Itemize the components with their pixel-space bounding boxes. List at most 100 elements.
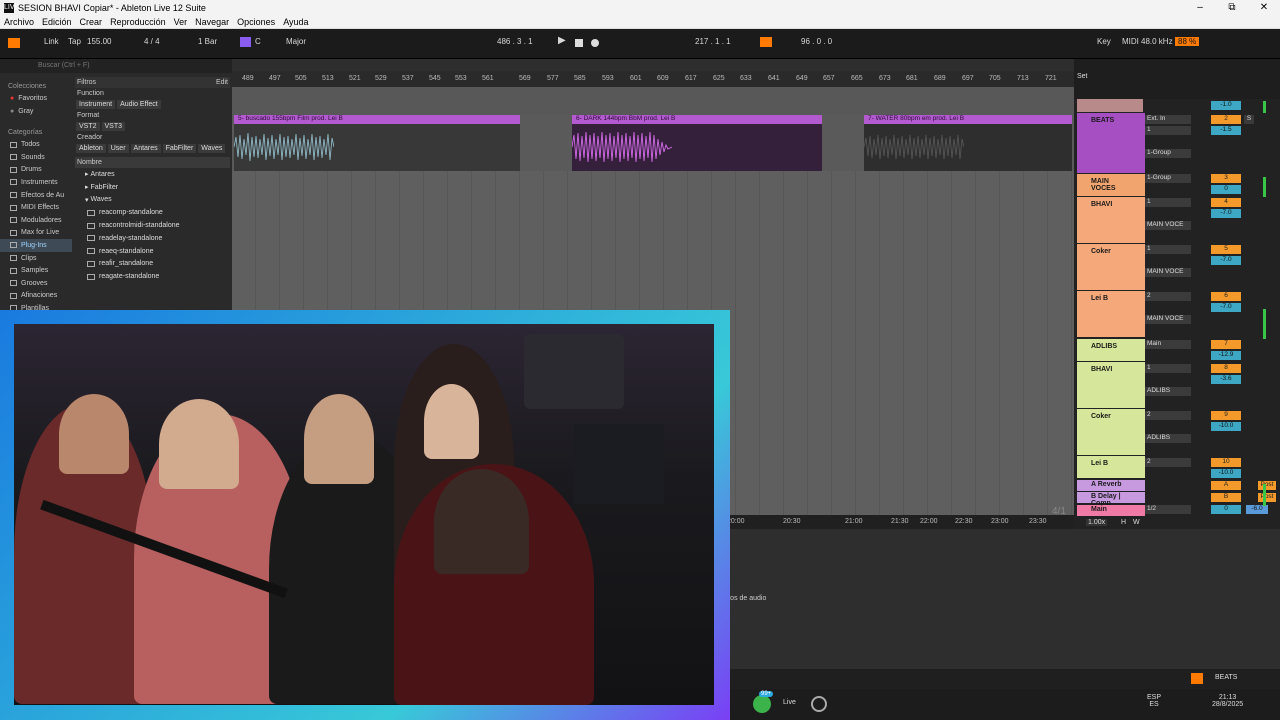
solo-button[interactable]: S	[1244, 115, 1254, 124]
input-select[interactable]: Main	[1145, 340, 1191, 349]
chip-audio-effect[interactable]: Audio Effect	[117, 100, 161, 109]
beat-ruler[interactable]: 489 497 505 513 521 529 537 545 553 561 …	[232, 71, 1074, 87]
output-select[interactable]: ADLIBS	[1145, 434, 1191, 443]
set-button[interactable]: Set	[1077, 73, 1093, 80]
track-number[interactable]: 10	[1211, 458, 1241, 467]
creator-label[interactable]: Creador	[75, 132, 230, 143]
track-header-beats[interactable]: BEATS	[1077, 113, 1145, 173]
time-signature[interactable]: 4 / 4	[144, 37, 160, 46]
sidebar-item-sounds[interactable]: Sounds	[0, 151, 72, 164]
overview-strip[interactable]	[232, 59, 1074, 71]
list-item[interactable]: reacontrolmidi-standalone	[75, 219, 230, 232]
menu-ayuda[interactable]: Ayuda	[283, 17, 308, 27]
track-volume[interactable]: -10.0	[1211, 469, 1241, 478]
stop-icon[interactable]	[575, 39, 583, 47]
track-volume[interactable]: 0	[1211, 185, 1241, 194]
menu-navegar[interactable]: Navegar	[195, 17, 229, 27]
whatsapp-icon[interactable]	[753, 695, 771, 713]
list-item[interactable]: reacomp-standalone	[75, 206, 230, 219]
track-number[interactable]: 4	[1211, 198, 1241, 207]
track-number[interactable]: 0	[1211, 505, 1241, 514]
list-item[interactable]: readelay-standalone	[75, 232, 230, 245]
track-number[interactable]: 7	[1211, 340, 1241, 349]
output-select[interactable]: 1-Group	[1145, 149, 1191, 158]
menu-ver[interactable]: Ver	[174, 17, 188, 27]
channel-select[interactable]: 2	[1145, 411, 1191, 420]
audio-clip[interactable]: 6- DARK 144bpm BbM prod. Lei B	[572, 115, 822, 171]
track-number[interactable]: 2	[1211, 115, 1241, 124]
track-header-b-delay[interactable]: B Delay | Comp	[1077, 492, 1145, 507]
tempo-field[interactable]: 155.00	[87, 37, 111, 46]
sidebar-item-drums[interactable]: Drums	[0, 164, 72, 177]
channel-select[interactable]: 1	[1145, 364, 1191, 373]
track-volume[interactable]: -7.0	[1211, 256, 1241, 265]
time-ruler[interactable]: 20:00 20:30 21:00 21:30 22:00 22:30 23:0…	[715, 515, 1074, 529]
record-icon[interactable]	[591, 39, 599, 47]
track-volume[interactable]: -3.6	[1211, 375, 1241, 384]
list-item[interactable]: ▸ FabFilter	[75, 181, 230, 194]
audio-clip[interactable]: 7- WATER 80bpm em prod. Lei B	[864, 115, 1072, 171]
quantize-select[interactable]: 1 Bar	[198, 37, 217, 46]
track-header-coker-adlib[interactable]: Coker	[1077, 409, 1145, 455]
track-number[interactable]: 9	[1211, 411, 1241, 420]
chip-vst3[interactable]: VST3	[101, 122, 126, 131]
list-item[interactable]: ▾ Waves	[75, 194, 230, 207]
sidebar-item-moduladores[interactable]: Moduladores	[0, 214, 72, 227]
browser-search-input[interactable]: Buscar (Ctrl + F)	[0, 59, 232, 73]
sidebar-item-todos[interactable]: Todos	[0, 138, 72, 151]
track-volume[interactable]: -7.0	[1211, 303, 1241, 312]
sidebar-item-favoritos[interactable]: ● Favoritos	[0, 93, 72, 106]
browser-toggle-icon[interactable]	[8, 38, 20, 48]
track-number[interactable]: 8	[1211, 364, 1241, 373]
top-volume[interactable]: -1.0	[1211, 101, 1241, 110]
app-icon[interactable]	[811, 696, 827, 712]
live-taskbar-icon[interactable]: Live	[783, 699, 796, 706]
device-panel[interactable]: efectos de audio	[715, 529, 1280, 669]
menu-edicion[interactable]: Edición	[42, 17, 72, 27]
send-post[interactable]: Post	[1258, 481, 1276, 490]
track-volume[interactable]: -12.9	[1211, 351, 1241, 360]
track-header-bhavi-adlib[interactable]: BHAVI	[1077, 362, 1145, 408]
name-column-header[interactable]: Nombre	[75, 157, 230, 168]
output-select[interactable]: 1/2	[1145, 505, 1191, 514]
output-select[interactable]: MAIN VOCE	[1145, 268, 1191, 277]
track-header-main[interactable]: Main	[1077, 505, 1145, 516]
clock[interactable]: 21:13 28/8/2025	[1212, 694, 1243, 708]
tap-button[interactable]: Tap	[68, 37, 81, 46]
sidebar-item-instruments[interactable]: Instruments	[0, 176, 72, 189]
h-toggle[interactable]: H	[1121, 519, 1126, 526]
track-header-a-reverb[interactable]: A Reverb	[1077, 480, 1145, 491]
menu-crear[interactable]: Crear	[80, 17, 103, 27]
menu-opciones[interactable]: Opciones	[237, 17, 275, 27]
channel-select[interactable]: 1	[1145, 126, 1191, 135]
chip-vst2[interactable]: VST2	[76, 122, 100, 131]
sidebar-item-gray[interactable]: ● Gray	[0, 105, 72, 118]
track-header-coker[interactable]: Coker	[1077, 244, 1145, 290]
scale-select[interactable]: Major	[286, 37, 306, 46]
language-indicator[interactable]: ESP ES	[1147, 694, 1161, 708]
loop-length[interactable]: 96 . 0 . 0	[801, 37, 832, 46]
close-button[interactable]: ✕	[1248, 0, 1280, 15]
link-button[interactable]: Link	[44, 37, 59, 46]
chip-ableton[interactable]: Ableton	[76, 144, 106, 153]
track-header-main-voces[interactable]: MAIN VOCES	[1077, 174, 1145, 196]
main-volume[interactable]: -6.0	[1246, 505, 1268, 514]
menu-reproduccion[interactable]: Reproducción	[110, 17, 166, 27]
format-label[interactable]: Format	[75, 110, 230, 121]
track-number[interactable]: 3	[1211, 174, 1241, 183]
chip-instrument[interactable]: Instrument	[76, 100, 116, 109]
chip-antares[interactable]: Antares	[130, 144, 161, 153]
key-button[interactable]: Key	[1097, 37, 1111, 46]
edit-button[interactable]: Edit	[216, 79, 228, 86]
scale-icon[interactable]	[240, 37, 251, 47]
sidebar-item-audio-effects[interactable]: Efectos de Au	[0, 189, 72, 202]
zoom-level[interactable]: 1.00x	[1086, 519, 1108, 526]
channel-select[interactable]: 2	[1145, 458, 1191, 467]
track-header-bhavi[interactable]: BHAVI	[1077, 197, 1145, 243]
track-number[interactable]: 5	[1211, 245, 1241, 254]
play-icon[interactable]: ▶	[558, 35, 566, 46]
output-select[interactable]: MAIN VOCE	[1145, 221, 1191, 230]
sidebar-item-plug-ins[interactable]: Plug-Ins	[0, 239, 72, 252]
w-toggle[interactable]: W	[1133, 519, 1140, 526]
chip-fabfilter[interactable]: FabFilter	[162, 144, 197, 153]
